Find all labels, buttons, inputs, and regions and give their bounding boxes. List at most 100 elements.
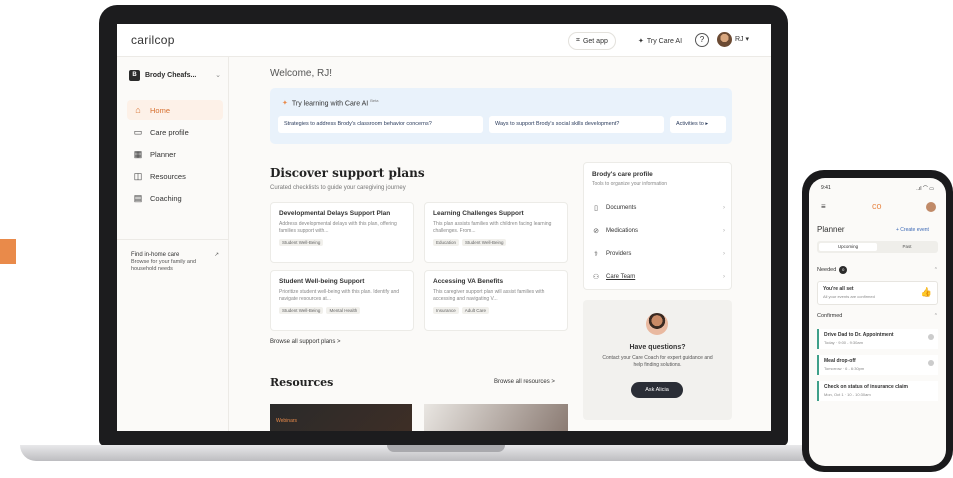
phone-status-icons: ..ıl ⌒ ▭: [916, 186, 934, 192]
phone-time: 9:41: [821, 185, 831, 191]
phone-tabs: Upcoming Past: [817, 241, 938, 253]
sidebar-divider: [117, 239, 229, 240]
try-care-ai-button[interactable]: ✦ Try Care AI: [631, 32, 690, 50]
chevron-down-icon: ⌄: [215, 72, 221, 79]
ask-coach-button[interactable]: Ask Alicia: [631, 382, 683, 398]
care-profile-title: Brody's care profile: [592, 171, 653, 178]
chevron-right-icon: ›: [723, 205, 725, 211]
confirmed-section-header[interactable]: Confirmed ⌃: [817, 313, 938, 319]
user-menu[interactable]: RJ ▾: [735, 35, 749, 43]
event-status-icon: [928, 360, 934, 366]
care-profile-care-team[interactable]: ⚇ Care Team ›: [592, 271, 725, 283]
profile-name: Brody Cheafs...: [145, 71, 197, 79]
sidebar: B Brody Cheafs... ⌄ ⌂ Home ▭ Care profil…: [117, 57, 229, 431]
phone-avatar[interactable]: [926, 202, 936, 212]
browse-resources-link[interactable]: Browse all resources >: [494, 379, 555, 385]
qr-icon: ⌗: [576, 37, 580, 44]
create-event-button[interactable]: + Create event: [896, 227, 929, 233]
event-item[interactable]: Drive Dad to Dr. Appointment Today · 9:0…: [817, 329, 938, 349]
plan-title: Developmental Delays Support Plan: [279, 210, 391, 217]
app-logo[interactable]: carilcop: [131, 33, 175, 47]
care-profile-medications[interactable]: ⊘ Medications ›: [592, 225, 725, 237]
care-profile-subtitle: Tools to organize your information: [592, 181, 668, 187]
phone-planner-title: Planner: [817, 225, 845, 234]
chevron-right-icon: ›: [723, 228, 725, 234]
menu-icon[interactable]: ≡: [821, 202, 826, 211]
calendar-icon: ▦: [133, 148, 143, 159]
event-item[interactable]: Meal drop-off Tomorrow · 6 - 6:30pm: [817, 355, 938, 375]
book-icon: ◫: [133, 170, 143, 181]
plan-desc: This caregiver support plan will assist …: [433, 289, 545, 302]
laptop-notch: [387, 445, 505, 452]
tab-past[interactable]: Past: [878, 243, 936, 251]
plan-title: Student Well-being Support: [279, 278, 365, 285]
phone-screen: 9:41 ..ıl ⌒ ▭ ≡ co Planner + Create even…: [809, 178, 946, 466]
plan-tag: Education: [433, 239, 460, 246]
care-ai-panel: ✦ Try learning with Care AI Beta Strategi…: [270, 88, 732, 144]
resource-card-image[interactable]: [424, 404, 568, 431]
sidebar-item-care-profile[interactable]: ▭ Care profile: [127, 122, 223, 142]
support-plan-card[interactable]: Accessing VA Benefits This caregiver sup…: [424, 270, 568, 331]
sparkle-icon: ✦: [638, 38, 644, 45]
discover-heading: Discover support plans: [270, 166, 425, 180]
top-bar: carilcop ⌗ Get app ✦ Try Care AI ? RJ ▾: [117, 24, 771, 57]
support-plan-card[interactable]: Learning Challenges Support This plan as…: [424, 202, 568, 263]
provider-icon: ⚕: [594, 251, 598, 258]
plan-tag: Student Well-Being: [462, 239, 507, 246]
plan-tag: Insurance: [433, 307, 459, 314]
chevron-up-icon: ⌃: [933, 313, 938, 319]
phone-logo: co: [872, 201, 882, 211]
pill-icon: ⊘: [593, 228, 599, 235]
event-status-icon: [928, 334, 934, 340]
chevron-up-icon: ⌃: [933, 267, 938, 273]
ai-suggestion-chip[interactable]: Activities to ▸: [670, 116, 726, 133]
sidebar-item-home[interactable]: ⌂ Home: [127, 100, 223, 120]
chevron-right-icon: ›: [723, 274, 725, 280]
help-icon[interactable]: ?: [695, 33, 709, 47]
all-set-card: You're all set All your events are confi…: [817, 281, 938, 305]
laptop-screen: carilcop ⌗ Get app ✦ Try Care AI ? RJ ▾ …: [117, 24, 771, 431]
plan-tag: Adult Care: [461, 307, 490, 314]
plan-desc: This plan assists families with children…: [433, 221, 552, 234]
ai-suggestion-chip[interactable]: Ways to support Brody's social skills de…: [489, 116, 664, 133]
find-care-link[interactable]: Find in-home care Browse for your family…: [131, 252, 219, 273]
plan-desc: Prioritize student well-being with this …: [279, 289, 400, 302]
questions-desc: Contact your Care Coach for expert guida…: [602, 355, 713, 368]
team-icon: ⚇: [592, 274, 600, 281]
chevron-right-icon: ›: [723, 251, 725, 257]
sparkle-icon: ✦: [282, 100, 288, 108]
care-coach-avatar: [646, 313, 668, 335]
discover-subtitle: Curated checklists to guide your caregiv…: [270, 185, 406, 191]
sidebar-item-coaching[interactable]: ▤ Coaching: [127, 188, 223, 208]
care-profile-providers[interactable]: ⚕ Providers ›: [592, 248, 725, 260]
support-plan-card[interactable]: Student Well-being Support Prioritize st…: [270, 270, 414, 331]
welcome-heading: Welcome, RJ!: [270, 68, 333, 79]
plan-tag: Mental Health: [326, 307, 361, 314]
chat-icon: ▤: [133, 192, 143, 203]
home-icon: ⌂: [135, 105, 141, 115]
folder-icon: ▭: [133, 126, 143, 137]
profile-selector[interactable]: B Brody Cheafs... ⌄: [129, 67, 221, 83]
resource-card-webinars[interactable]: Webinars: [270, 404, 412, 431]
user-avatar[interactable]: [717, 32, 732, 47]
questions-title: Have questions?: [629, 344, 686, 351]
resources-heading: Resources: [270, 376, 334, 389]
support-plan-card[interactable]: Developmental Delays Support Plan Addres…: [270, 202, 414, 263]
ai-suggestion-chip[interactable]: Strategies to address Brody's classroom …: [278, 116, 483, 133]
plan-desc: Address developmental delays with this p…: [279, 221, 397, 234]
care-profile-documents[interactable]: ▯ Documents ›: [592, 202, 725, 214]
external-link-icon: ↗: [214, 252, 219, 258]
document-icon: ▯: [594, 205, 598, 212]
browse-support-plans-link[interactable]: Browse all support plans >: [270, 339, 341, 345]
sidebar-item-planner[interactable]: ▦ Planner: [127, 144, 223, 164]
decorative-orange-block: [0, 239, 16, 264]
tab-upcoming[interactable]: Upcoming: [819, 243, 877, 251]
plan-title: Accessing VA Benefits: [433, 278, 504, 285]
sidebar-item-resources[interactable]: ◫ Resources: [127, 166, 223, 186]
questions-card: Have questions? Contact your Care Coach …: [583, 300, 732, 420]
needed-section-header[interactable]: Needed 0 ⌃: [817, 266, 938, 274]
plan-title: Learning Challenges Support: [433, 210, 524, 217]
thumbs-up-icon: 👍: [920, 287, 932, 297]
event-item[interactable]: Check on status of insurance claim Mon, …: [817, 381, 938, 401]
get-app-button[interactable]: ⌗ Get app: [568, 32, 616, 50]
